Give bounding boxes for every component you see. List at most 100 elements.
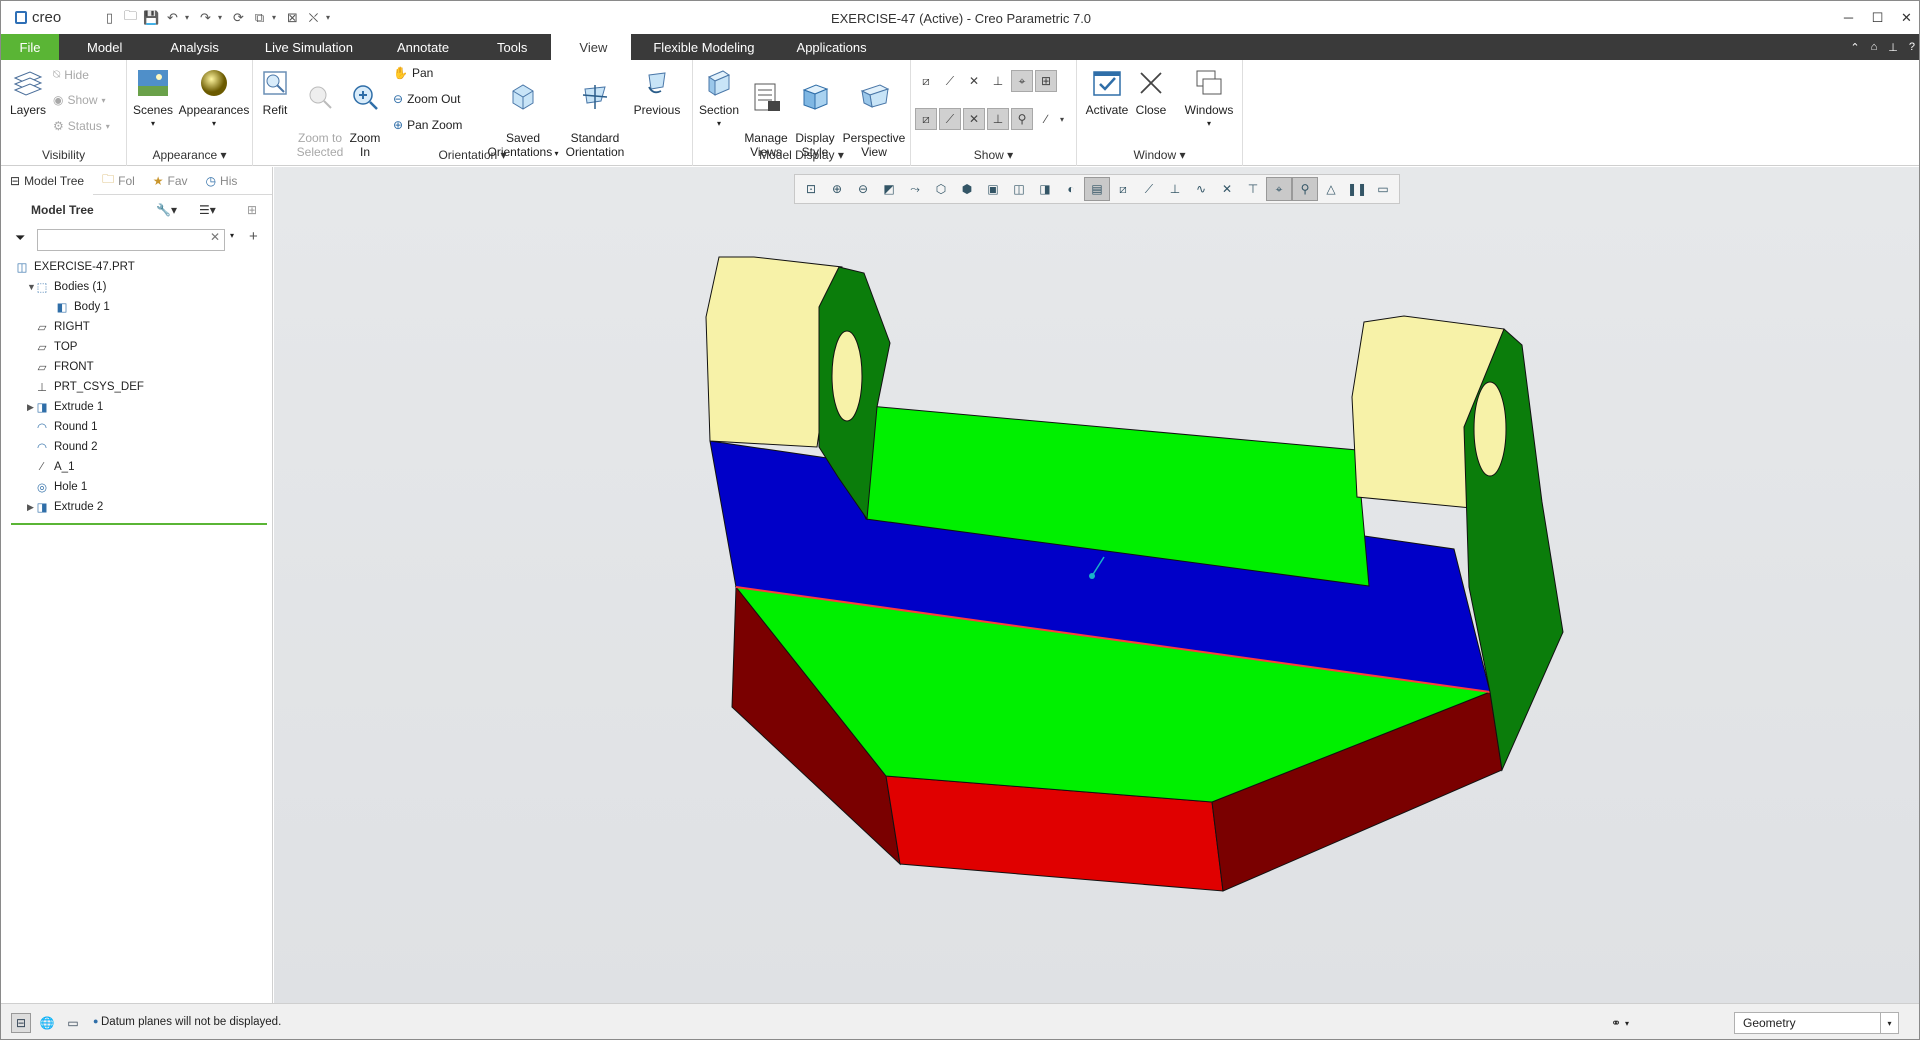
close-window-icon[interactable]: ⊠: [284, 9, 301, 26]
refit-button[interactable]: Refit: [257, 66, 293, 117]
regenerate-icon[interactable]: ⟳: [230, 9, 247, 26]
tree-item[interactable]: ◧ Body 1: [1, 297, 273, 317]
tree-item[interactable]: ▱ RIGHT: [1, 317, 273, 337]
zoom-in-button[interactable]: Zoom In: [347, 66, 383, 159]
tab-flexible-modeling[interactable]: Flexible Modeling: [631, 34, 776, 60]
tab-live-simulation[interactable]: Live Simulation: [245, 34, 373, 60]
axis-tag-display-icon[interactable]: ⟋: [939, 108, 961, 130]
tab-model-tree[interactable]: ⊟ Model Tree: [1, 166, 94, 195]
spin-center-icon[interactable]: ⌖: [1011, 70, 1033, 92]
tree-item[interactable]: ◎ Hole 1: [1, 477, 273, 497]
windows-button[interactable]: Windows ▾: [1181, 66, 1237, 131]
maximize-button[interactable]: ☐: [1863, 1, 1892, 34]
undo-dropdown-icon[interactable]: ▾: [185, 13, 193, 22]
tree-search-input[interactable]: [37, 229, 225, 251]
tree-show-icon[interactable]: ☰▾: [199, 203, 216, 217]
group-label-orientation[interactable]: Orientation ▾: [253, 148, 692, 162]
tree-item[interactable]: ⊥ PRT_CSYS_DEF: [1, 377, 273, 397]
status-button[interactable]: ⚙ Status ▾: [53, 119, 110, 133]
plane-tag-display-icon[interactable]: ⧄: [915, 108, 937, 130]
undo-icon[interactable]: ↶: [164, 9, 181, 26]
tree-item[interactable]: ◫ EXERCISE-47.PRT: [1, 257, 273, 277]
find-button[interactable]: ⚭ ▾: [1599, 1012, 1641, 1034]
appearances-button[interactable]: Appearances ▾: [177, 66, 251, 131]
fullscreen-icon[interactable]: ▭: [63, 1013, 83, 1033]
tab-history[interactable]: ◷ His: [197, 167, 247, 195]
tab-analysis[interactable]: Analysis: [144, 34, 244, 60]
redo-icon[interactable]: ↷: [197, 9, 214, 26]
tab-folder-browser[interactable]: 🗀 Fol: [93, 167, 144, 195]
tree-settings-icon[interactable]: 🔧▾: [156, 203, 177, 217]
tab-file[interactable]: File: [1, 34, 59, 60]
graphics-window[interactable]: ⊡ ⊕ ⊖ ◩ ⤳ ⬡ ⬢ ▣ ◫ ◨ ◐ ▤ ⧄ ⟋ ⊥ ∿ ✕ ⊤ ⌖ ⚲ …: [274, 167, 1920, 1003]
minimize-ribbon-icon[interactable]: ⌃: [1850, 41, 1859, 54]
group-label-appearance[interactable]: Appearance ▾: [127, 148, 252, 162]
manage-views-button[interactable]: Manage Views: [743, 66, 789, 159]
group-label-window[interactable]: Window ▾: [1077, 148, 1242, 162]
tree-item[interactable]: ▱ TOP: [1, 337, 273, 357]
plane-display-icon[interactable]: ⧄: [915, 70, 937, 92]
help-icon[interactable]: ?: [1909, 41, 1915, 53]
3d-model-part[interactable]: [274, 167, 1920, 1003]
redo-dropdown-icon[interactable]: ▾: [218, 13, 226, 22]
tree-item[interactable]: ▶ ◨ Extrude 2: [1, 497, 273, 517]
save-icon[interactable]: 💾: [143, 9, 160, 26]
section-button[interactable]: Section ▾: [697, 66, 741, 131]
tab-view[interactable]: View: [551, 34, 632, 60]
standard-orientation-button[interactable]: Standard Orientation: [563, 66, 627, 159]
filter-icon[interactable]: ⏷: [15, 230, 25, 246]
close-window-button[interactable]: Close: [1133, 66, 1169, 117]
pan-zoom-button[interactable]: ⊕ Pan Zoom: [393, 118, 462, 132]
tree-item[interactable]: ◠ Round 1: [1, 417, 273, 437]
curve-display-icon[interactable]: ∕: [1035, 108, 1057, 130]
tab-model[interactable]: Model: [59, 34, 144, 60]
tree-item[interactable]: ▱ FRONT: [1, 357, 273, 377]
tree-item[interactable]: ∕ A_1: [1, 457, 273, 477]
windows-icon[interactable]: ⧉: [251, 9, 268, 26]
group-label-show[interactable]: Show ▾: [911, 148, 1076, 162]
expand-right-icon[interactable]: ▶: [27, 402, 37, 413]
selection-filter-select[interactable]: Geometry ▾: [1734, 1012, 1899, 1034]
browser-toggle-icon[interactable]: 🌐: [37, 1013, 57, 1033]
point-display-icon[interactable]: ✕: [963, 70, 985, 92]
tab-applications[interactable]: Applications: [777, 34, 887, 60]
model-left-lug-hole[interactable]: [831, 330, 863, 422]
expand-down-icon[interactable]: ▼: [27, 282, 37, 292]
new-file-icon[interactable]: ▯: [101, 9, 118, 26]
group-label-model-display[interactable]: Model Display ▾: [693, 148, 910, 162]
add-filter-icon[interactable]: +: [249, 228, 258, 245]
display-style-button[interactable]: Display Style: [791, 66, 839, 159]
pan-button[interactable]: ✋ Pan: [393, 66, 433, 80]
show-dropdown-icon[interactable]: ▾: [1055, 108, 1069, 130]
saved-orientations-button[interactable]: Saved Orientations ▾: [485, 66, 561, 161]
expand-right-icon[interactable]: ▶: [27, 502, 37, 513]
tab-favorites[interactable]: ★ Fav: [144, 167, 197, 195]
tree-item[interactable]: ◠ Round 2: [1, 437, 273, 457]
minimize-button[interactable]: ─: [1834, 1, 1863, 34]
tree-item[interactable]: ▼ ⬚ Bodies (1): [1, 277, 273, 297]
zoom-out-button[interactable]: ⊖ Zoom Out: [393, 92, 460, 106]
feature-display-icon[interactable]: ⚲: [1011, 108, 1033, 130]
customize-qat-icon[interactable]: ▾: [326, 13, 334, 22]
open-folder-icon[interactable]: 🗀: [122, 8, 139, 26]
previous-button[interactable]: Previous: [629, 66, 685, 117]
ribbon-options-icon[interactable]: ⌂: [1871, 41, 1878, 53]
close-button[interactable]: ✕: [1892, 1, 1919, 34]
navigator-toggle-icon[interactable]: ⊟: [11, 1013, 31, 1033]
clear-search-icon[interactable]: ✕: [210, 230, 220, 244]
tab-annotate[interactable]: Annotate: [373, 34, 473, 60]
tab-tools[interactable]: Tools: [473, 34, 551, 60]
search-dropdown-icon[interactable]: ▾: [230, 231, 234, 240]
csys-tag-display-icon[interactable]: ⊥: [987, 108, 1009, 130]
model-right-lug-hole[interactable]: [1473, 381, 1507, 477]
annotation-display-icon[interactable]: ⊞: [1035, 70, 1057, 92]
pin-icon[interactable]: ⊥: [1888, 41, 1898, 54]
show-button[interactable]: ◉ Show ▾: [53, 93, 106, 107]
point-tag-display-icon[interactable]: ✕: [963, 108, 985, 130]
activate-button[interactable]: Activate: [1083, 66, 1131, 117]
csys-display-icon[interactable]: ⊥: [987, 70, 1009, 92]
axis-display-icon[interactable]: ⟋: [939, 70, 961, 92]
close-x-icon[interactable]: ⛌: [305, 9, 322, 26]
tree-item[interactable]: ▶ ◨ Extrude 1: [1, 397, 273, 417]
perspective-view-button[interactable]: Perspective View: [841, 66, 907, 159]
